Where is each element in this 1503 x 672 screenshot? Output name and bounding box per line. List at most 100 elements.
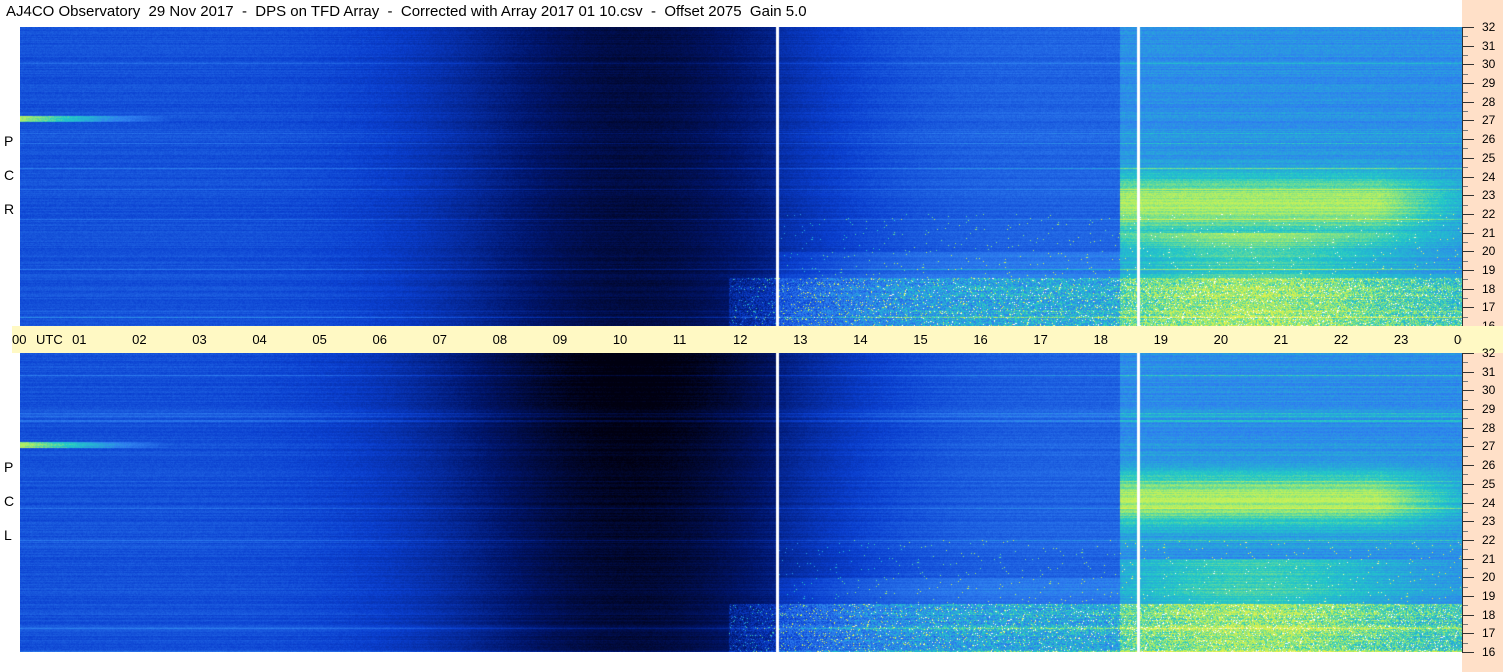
time-tick-label: 04 [252, 332, 267, 347]
freq-major-tick [1462, 652, 1474, 653]
freq-tick-label: 30 [1482, 57, 1496, 72]
freq-tick-label: 30 [1482, 383, 1496, 398]
time-tick-label: 05 [312, 332, 327, 347]
time-tick-label: 14 [853, 332, 868, 347]
pol-letter: C [4, 493, 15, 509]
freq-tick-label: 27 [1482, 439, 1496, 454]
rcp-spectrogram [20, 27, 1462, 326]
time-tick-label: 22 [1333, 332, 1349, 347]
freq-major-tick [1462, 176, 1474, 178]
lcp-polarization-label: L C P [0, 353, 20, 652]
freq-tick-label: 25 [1482, 150, 1496, 165]
time-tick-label: 02 [132, 332, 147, 347]
title-bar: AJ4CO Observatory 29 Nov 2017 - DPS on T… [0, 0, 1503, 27]
freq-tick-label: 18 [1482, 281, 1496, 296]
time-tick-label: UTC [36, 332, 63, 347]
freq-tick-label: 31 [1482, 38, 1496, 53]
freq-major-tick [1462, 83, 1474, 85]
freq-major-tick [1462, 633, 1474, 635]
freq-major-tick [1462, 502, 1474, 504]
freq-tick-label: 26 [1482, 458, 1496, 473]
time-tick-label: 10 [612, 332, 628, 347]
freq-tick-label: 23 [1482, 188, 1496, 203]
freq-tick-label: 18 [1482, 607, 1496, 622]
freq-major-tick [1462, 64, 1474, 66]
freq-major-tick [1462, 120, 1474, 122]
time-tick-label: 20 [1213, 332, 1229, 347]
freq-major-tick [1462, 307, 1474, 309]
freq-tick-label: 26 [1482, 132, 1496, 147]
freq-major-tick [1462, 101, 1474, 103]
time-tick-label: 06 [372, 332, 387, 347]
rcp-heatmap [20, 27, 1462, 326]
time-tick-label: 13 [793, 332, 808, 347]
freq-tick-label: 29 [1482, 76, 1496, 91]
freq-tick-label: 32 [1482, 20, 1496, 34]
rcp-frequency-axis: 3231302928272625242322212019181716 [1462, 0, 1503, 333]
freq-major-tick [1462, 558, 1474, 560]
time-tick-label: 12 [733, 332, 748, 347]
freq-tick-label: 24 [1482, 169, 1496, 184]
time-tick-label: 08 [492, 332, 508, 347]
lcp-axis-line [1462, 353, 1463, 652]
time-tick-label: 03 [192, 332, 207, 347]
lcp-frequency-axis: 32 31 30 29 28 27 26 25 24 23 22 21 20 19 18 17 16 [1462, 346, 1503, 672]
lcp-heatmap [20, 353, 1462, 652]
freq-major-tick [1462, 232, 1474, 234]
freq-major-tick [1462, 213, 1474, 215]
time-tick-label: 07 [432, 332, 448, 347]
freq-major-tick [1462, 595, 1474, 597]
time-tick-label: 21 [1273, 332, 1289, 347]
freq-major-tick [1462, 465, 1474, 467]
freq-major-tick [1462, 539, 1474, 541]
freq-tick-label: 17 [1482, 300, 1496, 315]
freq-tick-label: 21 [1482, 225, 1496, 240]
freq-tick-label: 27 [1482, 113, 1496, 128]
freq-major-tick [1462, 288, 1474, 290]
freq-tick-label: 28 [1482, 94, 1496, 109]
freq-major-tick [1462, 577, 1474, 579]
freq-tick-label: 28 [1482, 420, 1496, 435]
freq-major-tick [1462, 195, 1474, 197]
time-tick-label: 11 [672, 332, 687, 347]
freq-tick-label: 29 [1482, 402, 1496, 417]
freq-major-tick [1462, 614, 1474, 616]
freq-tick-label: 17 [1482, 626, 1496, 641]
pol-letter: L [4, 527, 12, 543]
rcp-polarization-label: R C P [0, 27, 20, 326]
pol-letter: P [4, 459, 14, 475]
freq-tick-label: 19 [1482, 588, 1496, 603]
freq-tick-label: 19 [1482, 262, 1496, 277]
freq-major-tick [1462, 139, 1474, 141]
freq-tick-label: 23 [1482, 514, 1496, 529]
lcp-spectrogram [20, 353, 1462, 652]
freq-major-tick [1462, 446, 1474, 448]
pol-letter: R [4, 201, 15, 217]
freq-major-tick [1462, 269, 1474, 271]
freq-tick-label: 22 [1482, 532, 1496, 547]
time-tick-label: 15 [913, 332, 928, 347]
time-tick-label: 23 [1393, 332, 1409, 347]
freq-major-tick [1462, 27, 1474, 28]
freq-major-tick [1462, 353, 1474, 354]
freq-major-tick [1462, 45, 1474, 47]
time-tick-label: 18 [1093, 332, 1108, 347]
pol-letter: P [4, 133, 14, 149]
time-tick-label: 00 [12, 332, 27, 347]
freq-tick-label: 24 [1482, 495, 1496, 510]
spectrogram-title: AJ4CO Observatory 29 Nov 2017 - DPS on T… [6, 3, 807, 20]
time-tick-label: 19 [1153, 332, 1169, 347]
freq-tick-label: 32 [1482, 346, 1496, 360]
rcp-axis-line [1462, 27, 1463, 326]
freq-major-tick [1462, 390, 1474, 392]
freq-major-tick [1462, 521, 1474, 523]
freq-tick-label: 20 [1482, 244, 1496, 259]
freq-tick-label: 25 [1482, 476, 1496, 491]
freq-major-tick [1462, 427, 1474, 429]
freq-tick-label: 21 [1482, 551, 1496, 566]
freq-tick-label: 31 [1482, 364, 1496, 379]
freq-major-tick [1462, 483, 1474, 485]
time-tick-label: 16 [973, 332, 988, 347]
freq-tick-label: 22 [1482, 206, 1496, 221]
freq-major-tick [1462, 157, 1474, 159]
